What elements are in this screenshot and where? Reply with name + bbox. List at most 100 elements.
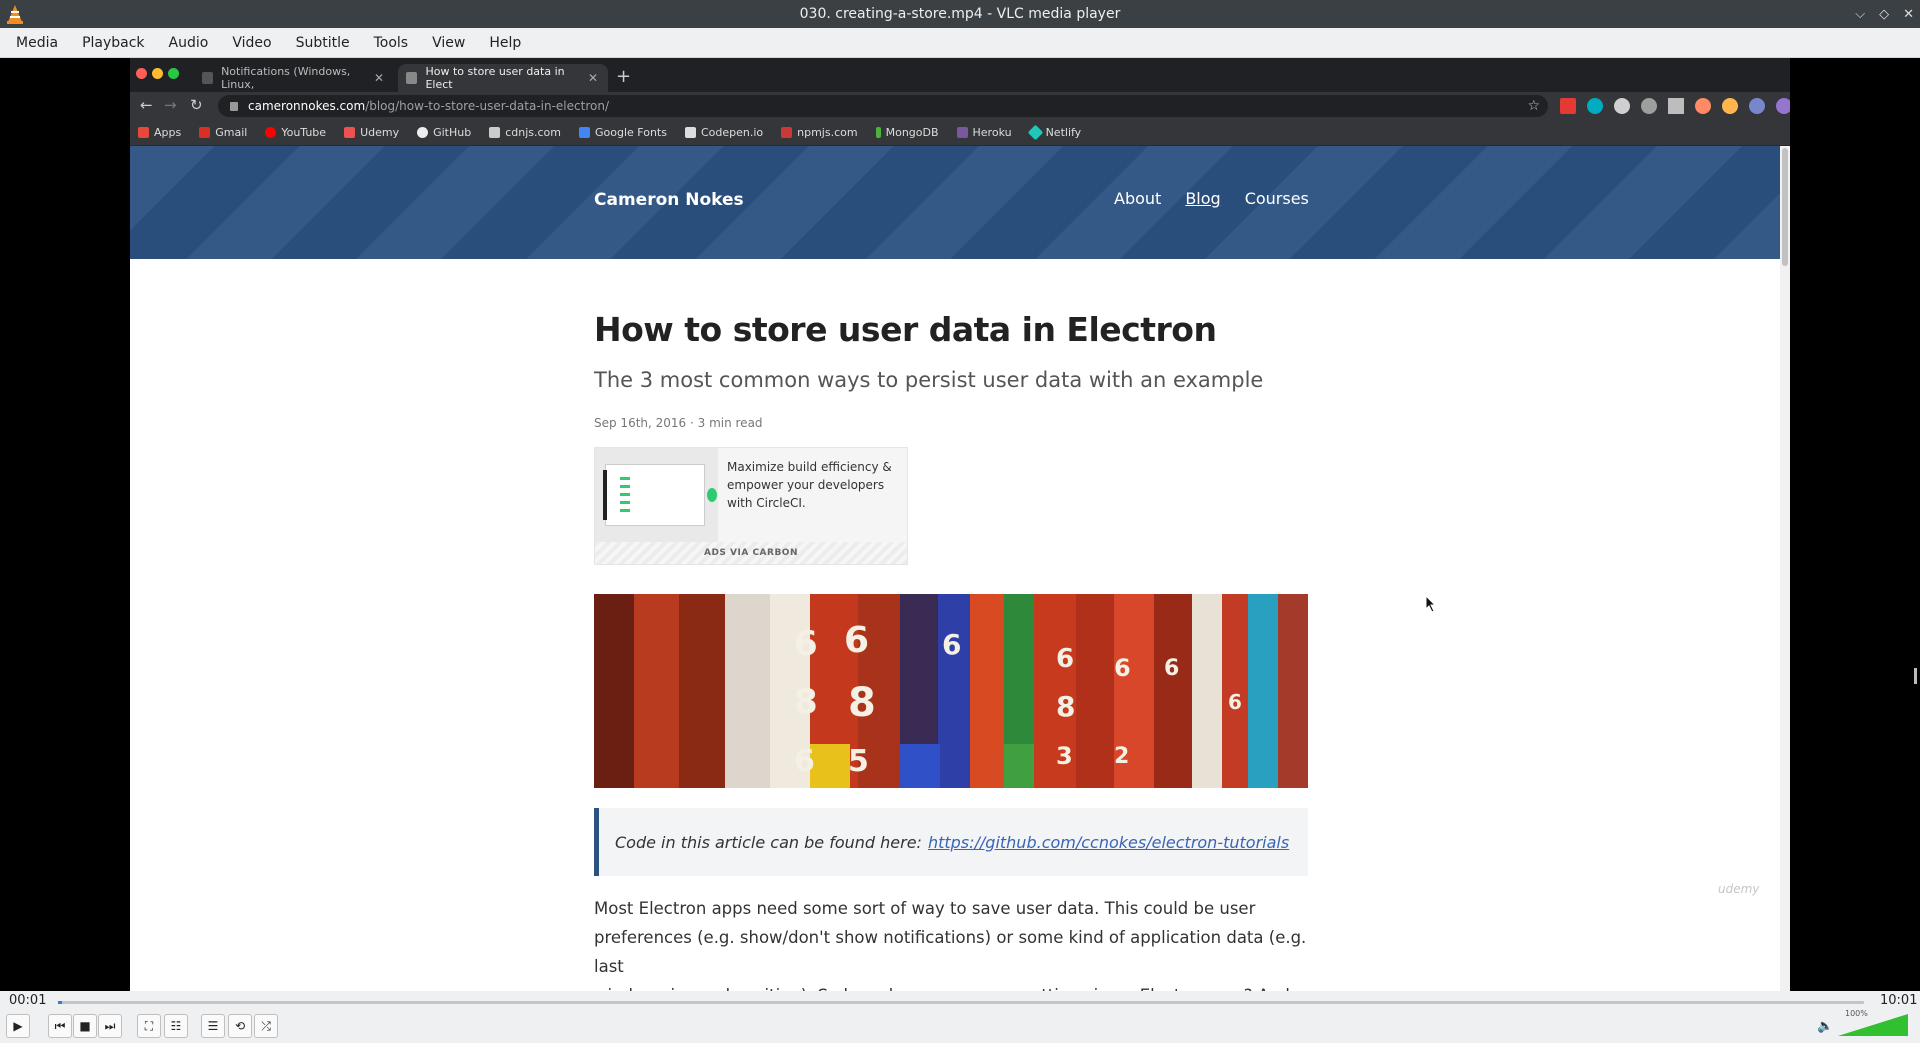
site-nav-about: About: [1114, 189, 1162, 208]
extension-icon: [1560, 98, 1576, 114]
article-body: Most Electron apps need some sort of way…: [594, 894, 1324, 991]
menu-view[interactable]: View: [420, 28, 477, 58]
ad-image: [595, 448, 718, 542]
bookmark-heroku: Heroku: [956, 126, 1012, 139]
article-subtitle: The 3 most common ways to persist user d…: [594, 368, 1264, 392]
codepen-icon: [684, 127, 696, 138]
menu-help[interactable]: Help: [477, 28, 533, 58]
tab-favicon-icon: [202, 72, 214, 84]
fullscreen-button[interactable]: ⛶: [137, 1014, 161, 1038]
web-page: Cameron Nokes About Blog Courses How to …: [130, 146, 1790, 991]
article-body-line: Most Electron apps need some sort of way…: [594, 899, 1256, 918]
page-scrollbar: [1780, 146, 1790, 991]
new-tab-icon: +: [616, 66, 632, 87]
ad-text: Maximize build efficiency & empower your…: [727, 460, 892, 510]
seek-slider[interactable]: [58, 1001, 1864, 1004]
play-button[interactable]: ▶: [6, 1014, 30, 1038]
page-scrollbar-thumb: [1782, 148, 1788, 266]
bookmark-label: MongoDB: [885, 126, 939, 139]
youtube-icon: [265, 127, 277, 138]
google-fonts-icon: [579, 127, 590, 138]
bookmark-gmail: Gmail: [199, 126, 247, 139]
browser-close-icon: [136, 68, 147, 79]
bookmark-label: npmjs.com: [797, 126, 858, 139]
menu-subtitle[interactable]: Subtitle: [284, 28, 362, 58]
next-icon: ⏭: [104, 1018, 116, 1033]
tab-label: Notifications (Windows, Linux,: [221, 65, 351, 91]
menu-tools[interactable]: Tools: [362, 28, 421, 58]
video-area[interactable]: Notifications (Windows, Linux, ✕ How to …: [0, 58, 1920, 991]
close-icon[interactable]: ✕: [1903, 7, 1914, 22]
bookmark-label: YouTube: [281, 126, 327, 139]
site-header: Cameron Nokes About Blog Courses: [130, 146, 1780, 259]
ad-footer: ADS VIA CARBON: [595, 542, 907, 564]
playlist-button[interactable]: ☰: [201, 1014, 225, 1038]
site-nav: About Blog Courses: [1114, 189, 1309, 208]
loop-button[interactable]: ⟲: [228, 1014, 252, 1038]
bookmark-netlify: Netlify: [1027, 124, 1082, 141]
carbon-ad: Maximize build efficiency & empower your…: [594, 447, 908, 565]
mongodb-icon: [875, 127, 881, 138]
bookmark-github: GitHub: [417, 126, 471, 139]
address-bar: cameronnokes.com/blog/how-to-store-user-…: [218, 95, 1548, 117]
fullscreen-icon: ⛶: [144, 1018, 154, 1033]
menu-bar: Media Playback Audio Video Subtitle Tool…: [0, 28, 1920, 58]
time-total: 10:01: [1880, 993, 1918, 1008]
volume-slider[interactable]: [1838, 1014, 1912, 1038]
bookmark-youtube: YouTube: [265, 126, 326, 139]
code-icon: [489, 127, 501, 138]
extension-icon: [1722, 98, 1738, 114]
netlify-icon: [1027, 124, 1043, 141]
ad-document-icon: [605, 464, 705, 526]
menu-media[interactable]: Media: [4, 28, 70, 58]
tab-close-icon: ✕: [373, 71, 384, 85]
window-title: 030. creating-a-store.mp4 - VLC media pl…: [799, 6, 1121, 22]
tab-label: How to store user data in Elect: [425, 65, 565, 91]
forward-icon: →: [164, 96, 177, 114]
maximize-icon[interactable]: ◇: [1879, 7, 1889, 22]
shuffle-button[interactable]: ⤮: [254, 1014, 278, 1038]
github-repo-link: https://github.com/ccnokes/electron-tuto…: [927, 832, 1290, 852]
menu-audio[interactable]: Audio: [157, 28, 221, 58]
volume-level: [1838, 1014, 1908, 1036]
extended-settings-button[interactable]: ☷: [164, 1014, 188, 1038]
gmail-icon: [199, 127, 211, 138]
code-callout: Code in this article can be found here: …: [594, 808, 1308, 876]
browser-minimize-icon: [152, 68, 163, 79]
lock-icon: [230, 101, 238, 111]
bookmark-codepen: Codepen.io: [684, 126, 764, 139]
speaker-icon[interactable]: 🔈: [1817, 1019, 1833, 1034]
video-frame: Notifications (Windows, Linux, ✕ How to …: [130, 58, 1790, 991]
bookmark-mongodb: MongoDB: [875, 126, 939, 139]
bookmark-label: Codepen.io: [700, 126, 764, 139]
stop-icon: ■: [79, 1019, 91, 1033]
window-titlebar: 030. creating-a-store.mp4 - VLC media pl…: [0, 0, 1920, 28]
hero-image: 6 6 8 8 6 5 6 6 8 3 6 2 6 6: [594, 594, 1308, 788]
npm-icon: [781, 127, 793, 138]
bookmark-npmjs: npmjs.com: [781, 126, 858, 139]
stop-button[interactable]: ■: [73, 1014, 97, 1038]
reload-icon: ↻: [190, 96, 203, 114]
github-icon: [417, 127, 429, 138]
bookmark-label: Netlify: [1045, 126, 1082, 139]
bookmark-label: cdnjs.com: [505, 126, 561, 139]
next-button[interactable]: ⏭: [98, 1014, 122, 1038]
site-nav-courses: Courses: [1244, 189, 1309, 208]
extension-icon: [1641, 98, 1657, 114]
menu-playback[interactable]: Playback: [70, 28, 156, 58]
udemy-watermark: udemy: [1718, 882, 1760, 896]
seek-progress: [58, 1001, 62, 1004]
shuffle-icon: ⤮: [261, 1018, 271, 1033]
playlist-icon: ☰: [207, 1019, 219, 1033]
time-elapsed: 00:01: [9, 993, 47, 1008]
bookmark-star-icon: ☆: [1527, 98, 1540, 114]
udemy-icon: [344, 127, 356, 138]
menu-video[interactable]: Video: [220, 28, 283, 58]
previous-button[interactable]: ⏮: [48, 1014, 72, 1038]
bookmark-label: Apps: [154, 126, 182, 139]
minimize-icon[interactable]: ⌵: [1855, 7, 1865, 22]
browser-toolbar: ← → ↻ cameronnokes.com/blog/how-to-store…: [130, 92, 1790, 120]
bookmarks-bar: Apps Gmail YouTube Udemy GitHub cdnjs.co…: [130, 120, 1790, 146]
player-controls: 00:01 10:01 ▶ ⏮ ■ ⏭ ⛶ ☷ ☰ ⟲ ⤮ 🔈 100%: [0, 991, 1920, 1043]
bookmark-apps: Apps: [138, 126, 181, 139]
